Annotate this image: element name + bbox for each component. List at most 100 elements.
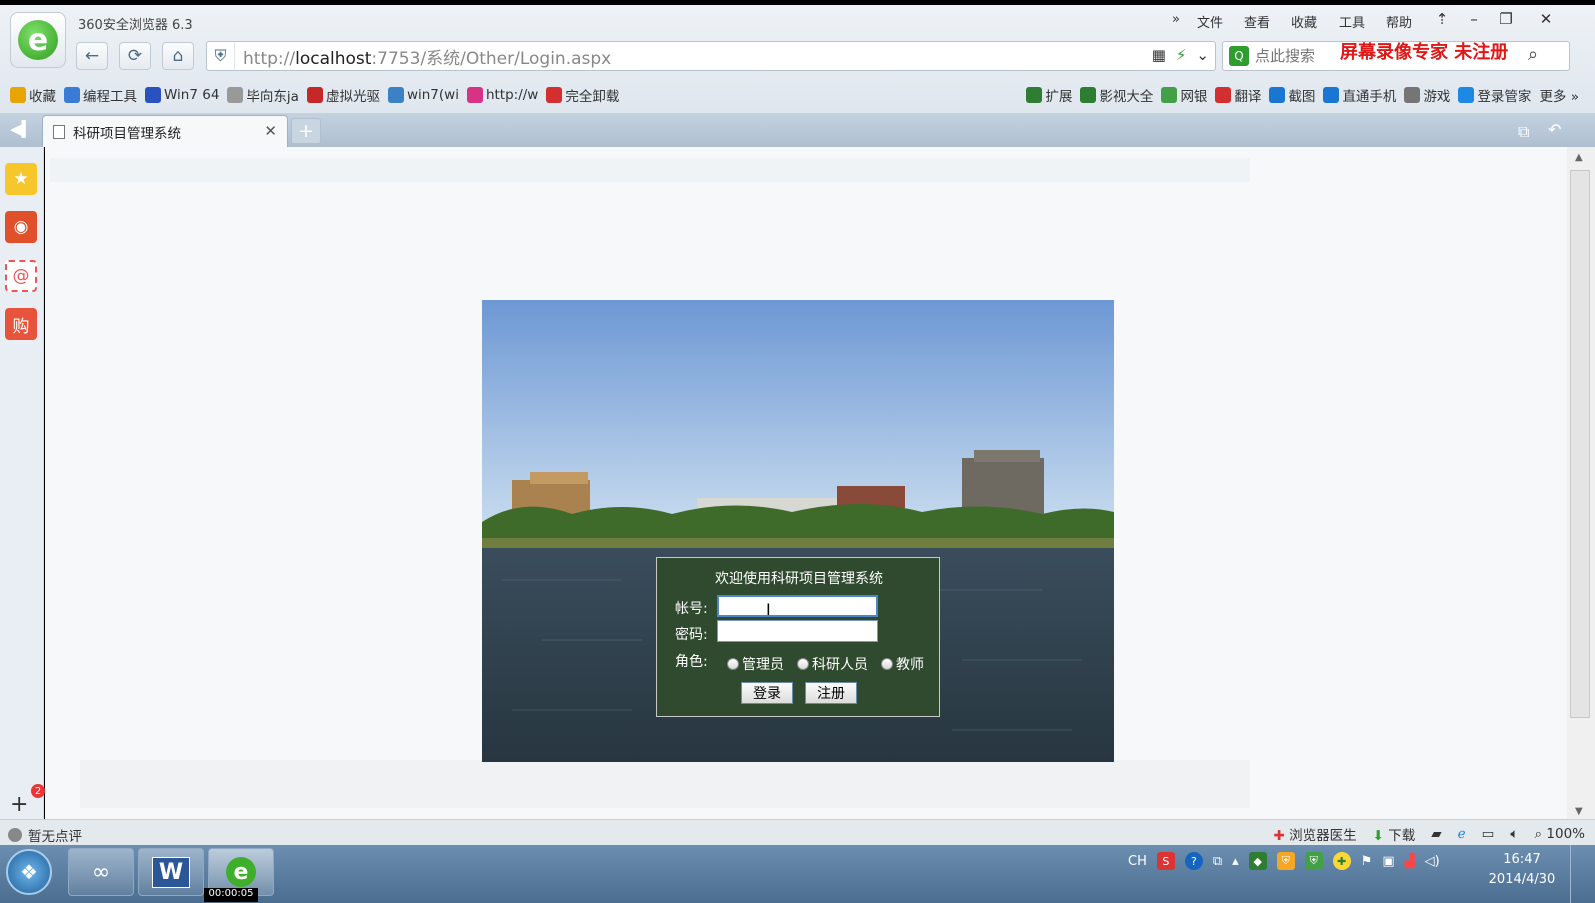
menu-more[interactable]: » (1172, 12, 1180, 27)
refresh-button[interactable]: ⟳ (119, 42, 151, 70)
status-rating-text[interactable]: 暂无点评 (28, 825, 82, 845)
login-title: 欢迎使用科研项目管理系统 (715, 571, 883, 587)
tray-expand-icon[interactable]: ▴ (1232, 854, 1239, 869)
browser-doctor-label: 浏览器医生 (1289, 828, 1357, 844)
status-bar: 暂无点评 ✚ 浏览器医生 ⬇ 下载 ▰ ℯ ▭ 🔈︎ ⌕ 100% (0, 819, 1595, 845)
favorite-item-7[interactable]: 完全卸载 (546, 85, 619, 105)
security-shield-icon[interactable]: ⛨ (207, 42, 235, 70)
ie-mode-icon[interactable]: ℯ (1458, 826, 1466, 842)
help-icon[interactable]: ? (1184, 852, 1203, 870)
toolbar-right-item-6[interactable]: 游戏 (1404, 85, 1450, 105)
toolbar-right-label: 登录管家 (1477, 89, 1532, 105)
lightning-icon[interactable]: ⚡ (1176, 46, 1187, 64)
close-window-button[interactable]: ✕ (1534, 8, 1558, 30)
radio-circle[interactable] (727, 658, 739, 670)
password-input[interactable] (717, 620, 878, 642)
sidebar-mail-icon[interactable]: @ (5, 260, 37, 292)
menu-help[interactable]: 帮助 (1386, 12, 1412, 31)
toolbar-right-item-1[interactable]: 影视大全 (1080, 85, 1153, 105)
address-bar[interactable]: ⛨ http://localhost:7753/系统/Other/Login.a… (206, 41, 1216, 71)
toolbar-right-item-7[interactable]: 登录管家 (1458, 85, 1531, 105)
menu-favorites[interactable]: 收藏 (1291, 12, 1317, 31)
quick-reply-icon[interactable]: ▰ (1431, 826, 1441, 842)
sidebar-weibo-icon[interactable]: ◉ (5, 211, 37, 243)
search-input[interactable] (1249, 47, 1339, 65)
back-button[interactable]: ← (76, 42, 108, 70)
qrcode-icon[interactable]: ▦ (1152, 46, 1166, 64)
favorite-item-2[interactable]: Win7 64 (145, 87, 219, 103)
register-button[interactable]: 注册 (805, 682, 857, 704)
restore-button[interactable]: ❐ (1494, 8, 1518, 30)
status-left: 暂无点评 (8, 825, 82, 845)
address-text[interactable]: http://localhost:7753/系统/Other/Login.asp… (235, 44, 611, 69)
home-button[interactable]: ⌂ (162, 42, 194, 70)
volume-icon[interactable]: ◁) (1425, 854, 1440, 869)
taskbar-word[interactable]: W (138, 848, 204, 896)
taskbar-visual-studio[interactable]: ∞ (68, 848, 134, 896)
search-icon[interactable]: ⌕ (1528, 44, 1538, 65)
search-engine-icon[interactable]: Q (1229, 46, 1249, 66)
language-indicator[interactable]: CH (1128, 854, 1147, 869)
tab-active[interactable]: 科研项目管理系统 ✕ (42, 115, 288, 147)
scrollbar-thumb[interactable] (1570, 170, 1590, 718)
toolbar-right-item-8[interactable]: 更多 » (1539, 85, 1579, 105)
account-input[interactable] (717, 595, 878, 617)
toolbar-right-item-0[interactable]: 扩展 (1026, 85, 1072, 105)
radio-circle[interactable] (881, 658, 893, 670)
role-label: 角色: (675, 654, 708, 670)
dropdown-chevron-icon[interactable]: ⌄ (1196, 46, 1209, 64)
radio-circle[interactable] (797, 658, 809, 670)
window-mode-icon[interactable]: ▭ (1482, 826, 1495, 842)
tray-shield-icon[interactable]: ⛨ (1276, 852, 1295, 870)
tray-window-icon[interactable]: ⧉ (1213, 854, 1222, 869)
favorites-bar: 收藏 编程工具 Win7 64 毕向东ja 虚拟光驱 win7(wi http://w 完全卸… (0, 80, 1595, 110)
role-radio-teacher[interactable]: 教师 (881, 654, 924, 674)
sidebar-badge: 2 (31, 784, 45, 798)
tray-plus-icon[interactable]: ✚ (1332, 852, 1351, 870)
favorite-item-1[interactable]: 编程工具 (64, 85, 137, 105)
sound-icon[interactable]: 🔈︎ (1510, 826, 1518, 842)
browser-logo[interactable]: e (10, 12, 66, 68)
menu-file[interactable]: 文件 (1197, 12, 1223, 31)
role-radio-admin[interactable]: 管理员 (727, 654, 784, 674)
new-tab-button[interactable]: + (291, 118, 321, 144)
favorite-item-0[interactable]: 收藏 (10, 85, 56, 105)
start-button[interactable]: ❖ (6, 849, 52, 895)
tray-app-icon[interactable]: ◆ (1248, 852, 1267, 870)
favorite-item-3[interactable]: 毕向东ja (227, 85, 299, 105)
minimize-button[interactable]: – (1462, 8, 1486, 30)
tray-device-icon[interactable]: ▣ (1382, 854, 1394, 869)
scroll-up-arrow-icon[interactable]: ▲ (1575, 152, 1583, 163)
scroll-down-arrow-icon[interactable]: ▼ (1575, 806, 1583, 817)
sidebar-shopping-icon[interactable]: 购 (5, 308, 37, 340)
action-center-flag-icon[interactable]: ⚑ (1361, 854, 1373, 869)
favorite-label: 编程工具 (83, 89, 137, 105)
sogou-input-icon[interactable]: S (1156, 852, 1175, 870)
sidebar-toggle-icon[interactable]: ◀▍ (10, 120, 33, 138)
toolbar-right-item-2[interactable]: 网银 (1161, 85, 1207, 105)
close-tab-icon[interactable]: ✕ (264, 122, 277, 140)
sidebar-add-icon[interactable]: + (10, 792, 28, 817)
network-icon[interactable]: ▟ (1405, 854, 1415, 869)
show-desktop-button[interactable] (1570, 845, 1595, 903)
tray-360-guard-icon[interactable]: ⛨ (1304, 852, 1323, 870)
system-clock[interactable]: 16:47 2014/4/30 (1480, 850, 1564, 890)
download-button[interactable]: ⬇ 下载 (1373, 824, 1416, 844)
toolbar-right-item-4[interactable]: 截图 (1269, 85, 1315, 105)
toolbar-right-item-5[interactable]: 直通手机 (1323, 85, 1396, 105)
role-radio-researcher[interactable]: 科研人员 (797, 654, 868, 674)
browser-doctor[interactable]: ✚ 浏览器医生 (1274, 824, 1357, 844)
menu-tools[interactable]: 工具 (1339, 12, 1365, 31)
favorite-item-6[interactable]: http://w (466, 87, 538, 103)
favorite-item-4[interactable]: 虚拟光驱 (306, 85, 380, 105)
sidebar-favorites-star-icon[interactable]: ★ (5, 163, 37, 195)
favorite-label: win7(wi (406, 87, 459, 103)
login-button[interactable]: 登录 (741, 682, 793, 704)
undo-close-icon[interactable]: ↶ (1548, 120, 1561, 139)
toolbar-right-item-3[interactable]: 翻译 (1215, 85, 1261, 105)
skin-icon[interactable]: ⇡ (1430, 8, 1454, 30)
zoom-control[interactable]: ⌕ 100% (1535, 826, 1585, 842)
restore-tab-icon[interactable]: ⧉ (1518, 122, 1529, 142)
menu-view[interactable]: 查看 (1244, 12, 1270, 31)
favorite-item-5[interactable]: win7(wi (387, 87, 459, 103)
